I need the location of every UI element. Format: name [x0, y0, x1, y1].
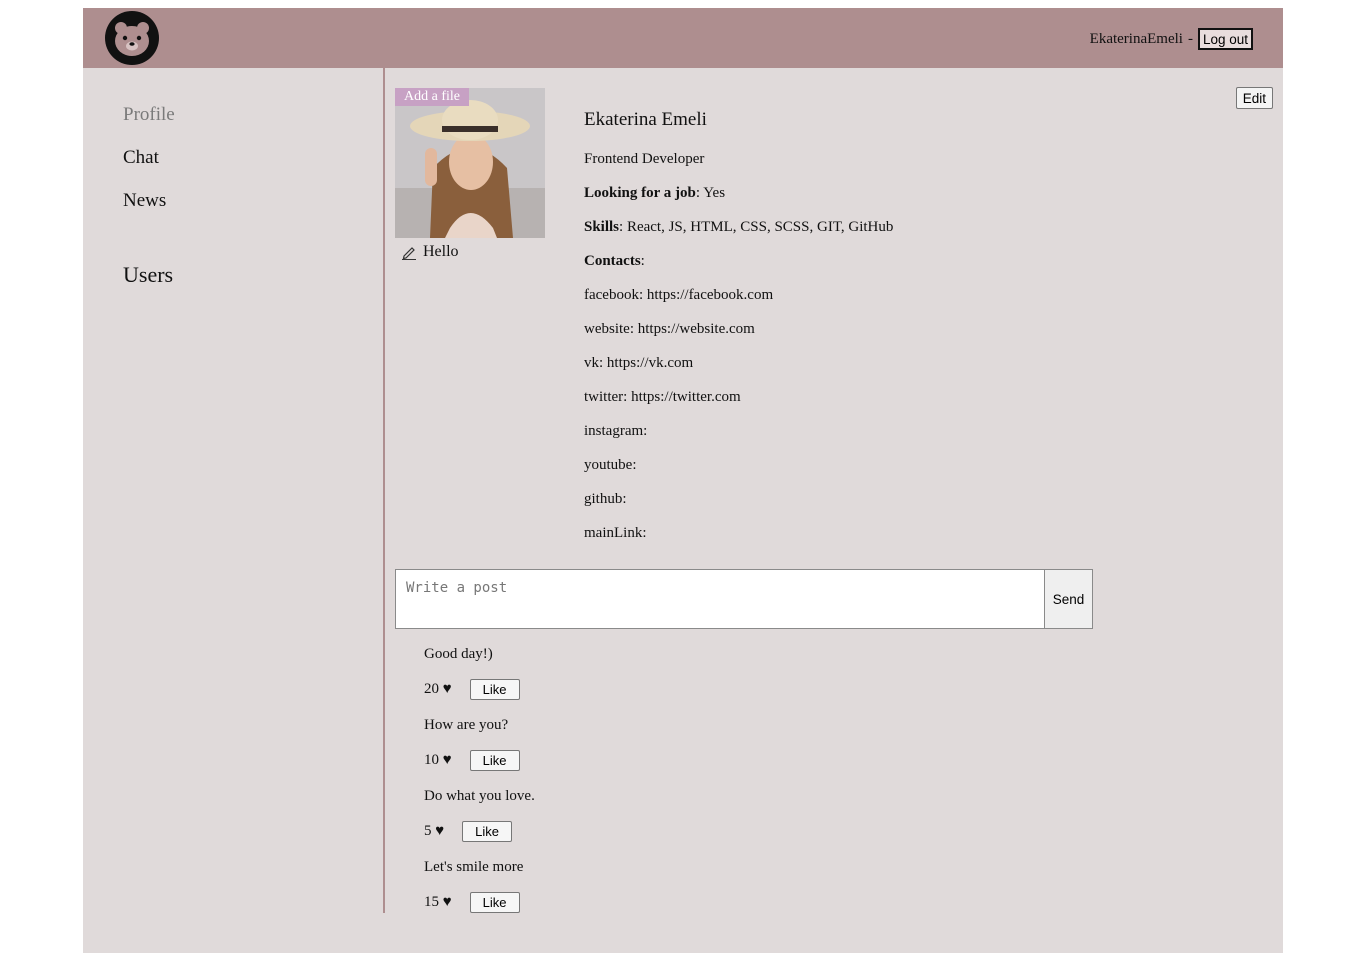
contact-instagram: instagram:	[584, 423, 648, 439]
looking-for-job: Looking for a job: Yes	[584, 185, 726, 201]
login-separator: -	[1187, 30, 1193, 47]
post-input[interactable]	[395, 569, 1045, 629]
contact-github: github:	[584, 491, 627, 507]
like-button[interactable]: Like	[469, 750, 520, 771]
post-text: Good day!)	[424, 646, 493, 662]
contact-key: mainLink	[584, 525, 643, 541]
like-button[interactable]: Like	[469, 679, 520, 700]
contact-twitter: twitter: https://twitter.com	[584, 389, 741, 405]
sidebar-item-profile[interactable]: Profile	[123, 104, 175, 126]
header: EkaterinaEmeli - Log out	[83, 8, 1283, 68]
contact-key: twitter	[584, 389, 624, 405]
contact-youtube: youtube:	[584, 457, 637, 473]
logout-button[interactable]: Log out	[1197, 28, 1253, 50]
heart-icon: ♥	[442, 894, 452, 910]
profile-content: Add a file Hello Edit Ekaterina Emeli Fr…	[395, 68, 1283, 953]
profile-info: Ekaterina Emeli Frontend Developer Looki…	[584, 109, 1084, 557]
post-text: Do what you love.	[424, 788, 535, 804]
like-button[interactable]: Like	[469, 892, 520, 913]
contact-website: website: https://website.com	[584, 321, 755, 337]
skills-value: React, JS, HTML, CSS, SCSS, GIT, GitHub	[626, 219, 894, 235]
contact-mainlink: mainLink:	[584, 525, 647, 541]
contact-key: github	[584, 491, 623, 507]
contact-value: https://twitter.com	[631, 389, 741, 405]
looking-label: Looking for a job	[584, 185, 696, 201]
pencil-icon	[402, 247, 416, 260]
contact-value: https://facebook.com	[646, 287, 774, 303]
sidebar-item-news[interactable]: News	[123, 190, 166, 212]
full-name: Ekaterina Emeli	[584, 109, 707, 130]
profile-status[interactable]: Hello	[401, 243, 459, 261]
contact-key: vk	[584, 355, 599, 371]
contact-facebook: facebook: https://facebook.com	[584, 287, 774, 303]
login-name: EkaterinaEmeli	[1089, 30, 1183, 47]
heart-icon: ♥	[442, 681, 452, 697]
contact-key: website	[584, 321, 630, 337]
likes-count: 15	[424, 894, 439, 910]
bear-logo-icon[interactable]	[104, 10, 160, 66]
likes-count: 20	[424, 681, 439, 697]
likes-count: 10	[424, 752, 439, 768]
post-likes: 20 ♥ Like	[424, 679, 520, 700]
add-file-button[interactable]: Add a file	[395, 88, 469, 106]
skills: Skills: React, JS, HTML, CSS, SCSS, GIT,…	[584, 219, 894, 235]
contact-key: facebook	[584, 287, 639, 303]
sidebar: Profile Chat News Users	[83, 68, 385, 913]
about-me: Frontend Developer	[584, 151, 705, 167]
login-block: EkaterinaEmeli - Log out	[1090, 26, 1253, 52]
skills-label: Skills	[584, 219, 620, 235]
send-button[interactable]: Send	[1045, 569, 1093, 629]
contacts-label: Contacts	[584, 253, 641, 269]
edit-profile-button[interactable]: Edit	[1235, 87, 1273, 109]
contact-vk: vk: https://vk.com	[584, 355, 694, 371]
post-text: Let's smile more	[424, 859, 524, 875]
contact-key: instagram	[584, 423, 644, 439]
likes-count: 5	[424, 823, 432, 839]
contact-value: https://website.com	[637, 321, 755, 337]
post-form: Send	[395, 569, 1093, 629]
avatar	[395, 88, 545, 238]
post-likes: 5 ♥ Like	[424, 821, 513, 842]
like-button[interactable]: Like	[462, 821, 513, 842]
looking-value: Yes	[703, 185, 726, 201]
post-likes: 10 ♥ Like	[424, 750, 520, 771]
heart-icon: ♥	[442, 752, 452, 768]
contact-key: youtube	[584, 457, 633, 473]
sidebar-item-users[interactable]: Users	[123, 262, 173, 288]
contacts-heading: Contacts:	[584, 253, 645, 269]
contact-value: https://vk.com	[606, 355, 694, 371]
app-container: EkaterinaEmeli - Log out Profile Chat Ne…	[83, 8, 1283, 953]
post-text: How are you?	[424, 717, 509, 733]
post-likes: 15 ♥ Like	[424, 892, 520, 913]
sidebar-item-chat[interactable]: Chat	[123, 147, 159, 169]
heart-icon: ♥	[435, 823, 445, 839]
status-text: Hello	[423, 243, 459, 260]
